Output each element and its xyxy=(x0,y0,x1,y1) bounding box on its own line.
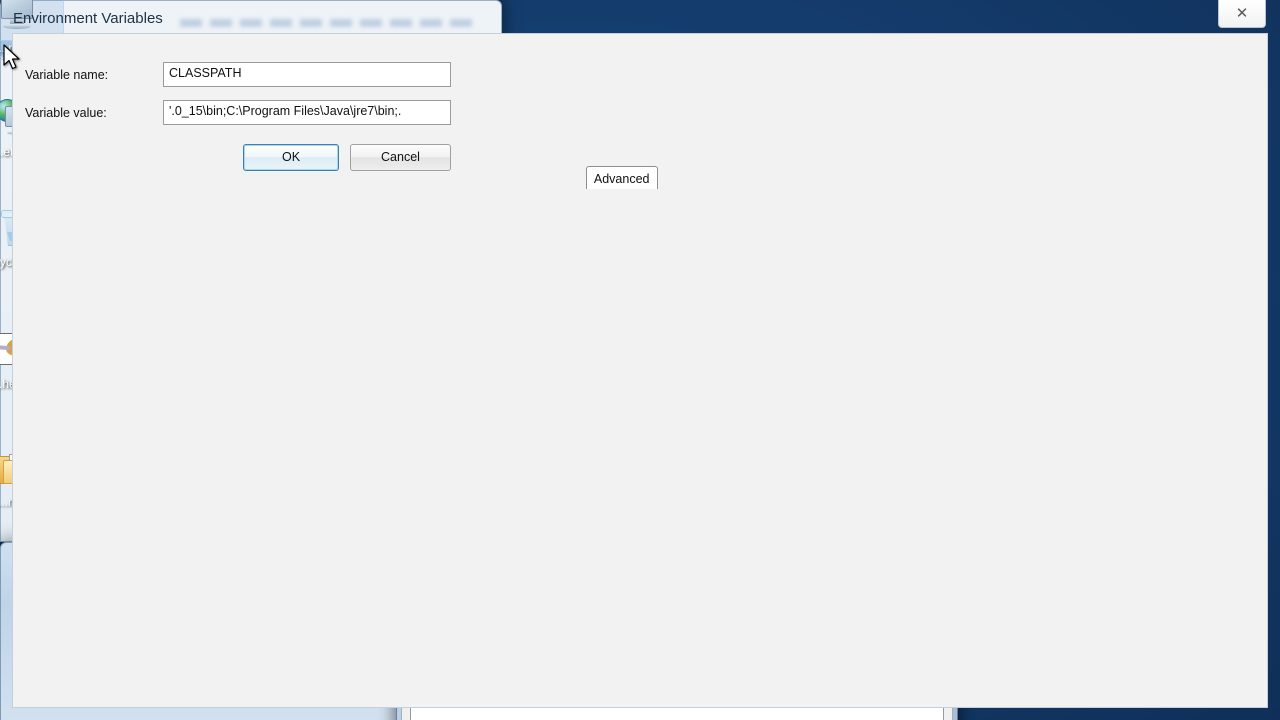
edit-system-variable-body: Variable name: CLASSPATH Variable value:… xyxy=(12,33,1268,708)
tab-advanced[interactable]: Advanced xyxy=(585,166,658,189)
variable-name-input[interactable]: CLASSPATH xyxy=(163,62,451,87)
blurred-background-text xyxy=(180,19,480,27)
close-icon[interactable]: ✕ xyxy=(1218,0,1266,28)
edit-system-variable-dialog: Edit System Variable x Variable name: CL… xyxy=(0,33,1268,720)
desktop: ...puter ...etwork ...ycle Bin ...he-to.… xyxy=(0,0,1280,720)
variable-value-label: Variable value: xyxy=(25,106,107,120)
environment-variables-title: Environment Variables xyxy=(13,10,163,27)
variable-name-label: Variable name: xyxy=(25,68,109,82)
ok-button[interactable]: OK xyxy=(243,144,339,171)
cancel-button[interactable]: Cancel xyxy=(350,144,451,171)
variable-value-input[interactable]: '.0_15\bin;C:\Program Files\Java\jre7\bi… xyxy=(163,100,451,125)
